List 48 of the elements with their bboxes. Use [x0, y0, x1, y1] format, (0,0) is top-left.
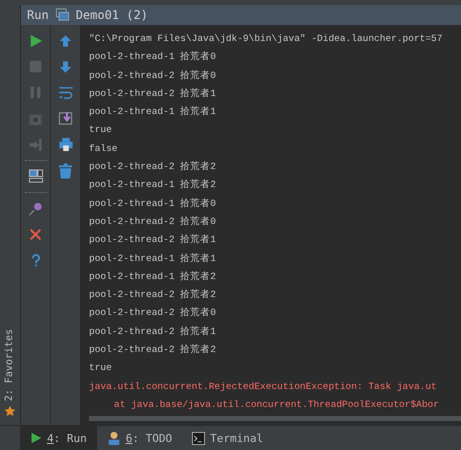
- output-line: pool-2-thread-2 拾荒者1: [89, 86, 216, 101]
- output-line: pool-2-thread-2 拾荒者2: [89, 288, 216, 302]
- output-line: pool-2-thread-2 拾荒者1: [89, 233, 216, 248]
- output-line: false: [89, 142, 118, 156]
- favorites-tab[interactable]: 2: Favorites: [4, 328, 16, 401]
- error-line: java.util.concurrent.RejectedExecutionException: Task java.ut: [89, 380, 437, 394]
- output-line: pool-2-thread-1 拾荒者1: [89, 105, 216, 120]
- output-line: "C:\Program Files\Java\jdk-9\bin\java" -Didea.launcher.port=57: [89, 32, 442, 46]
- output-line: pool-2-thread-1 拾荒者2: [89, 178, 216, 192]
- output-line: pool-2-thread-1 拾荒者0: [89, 50, 216, 64]
- scroll-end-icon[interactable]: [58, 111, 74, 126]
- help-icon[interactable]: [30, 253, 42, 268]
- up-arrow-icon[interactable]: [59, 34, 72, 48]
- output-line: true: [89, 123, 112, 138]
- output-line: pool-2-thread-2 拾荒者2: [89, 160, 216, 174]
- output-line: pool-2-thread-2 拾荒者0: [89, 68, 216, 83]
- pin-icon[interactable]: [28, 201, 44, 216]
- output-line: pool-2-thread-2 拾荒者0: [89, 214, 216, 229]
- stop-icon[interactable]: [29, 60, 42, 73]
- window-icon[interactable]: [54, 8, 70, 22]
- print-icon[interactable]: [58, 137, 74, 152]
- output-line: pool-2-thread-1 拾荒者2: [89, 270, 216, 284]
- tool-window-tab[interactable]: 4: Run: [20, 426, 97, 450]
- camera-icon[interactable]: [28, 112, 43, 126]
- terminal-icon[interactable]: [192, 432, 206, 444]
- output-line: true: [89, 361, 112, 376]
- output-line: pool-2-thread-2 拾荒者2: [89, 343, 216, 358]
- pause-icon[interactable]: [29, 86, 42, 99]
- play-icon[interactable]: [28, 32, 42, 48]
- person-icon[interactable]: [106, 431, 121, 445]
- down-arrow-icon[interactable]: [59, 60, 72, 74]
- tool-window-tab[interactable]: 6: TODO: [96, 426, 182, 450]
- tool-window-tab[interactable]: Terminal: [182, 426, 274, 450]
- output-line: pool-2-thread-2 拾荒者1: [89, 324, 216, 339]
- output-line: pool-2-thread-2 拾荒者0: [89, 306, 216, 320]
- output-line: pool-2-thread-1 拾荒者0: [89, 196, 216, 211]
- wrap-icon[interactable]: [58, 85, 74, 100]
- layout-icon[interactable]: [28, 169, 44, 184]
- run-config-tab[interactable]: Demo01 (2): [76, 8, 148, 22]
- trash-icon[interactable]: [58, 162, 73, 178]
- close-icon[interactable]: [29, 228, 42, 241]
- play-icon[interactable]: [30, 432, 42, 444]
- error-line: at java.base/java.util.concurrent.ThreadPoolExecutor$Abor: [114, 398, 439, 412]
- output-line: pool-2-thread-1 拾荒者1: [89, 252, 216, 266]
- star-icon[interactable]: [4, 405, 16, 417]
- horizontal-scrollbar[interactable]: [89, 416, 461, 421]
- run-label: Run: [27, 8, 49, 22]
- exit-icon[interactable]: [28, 138, 43, 152]
